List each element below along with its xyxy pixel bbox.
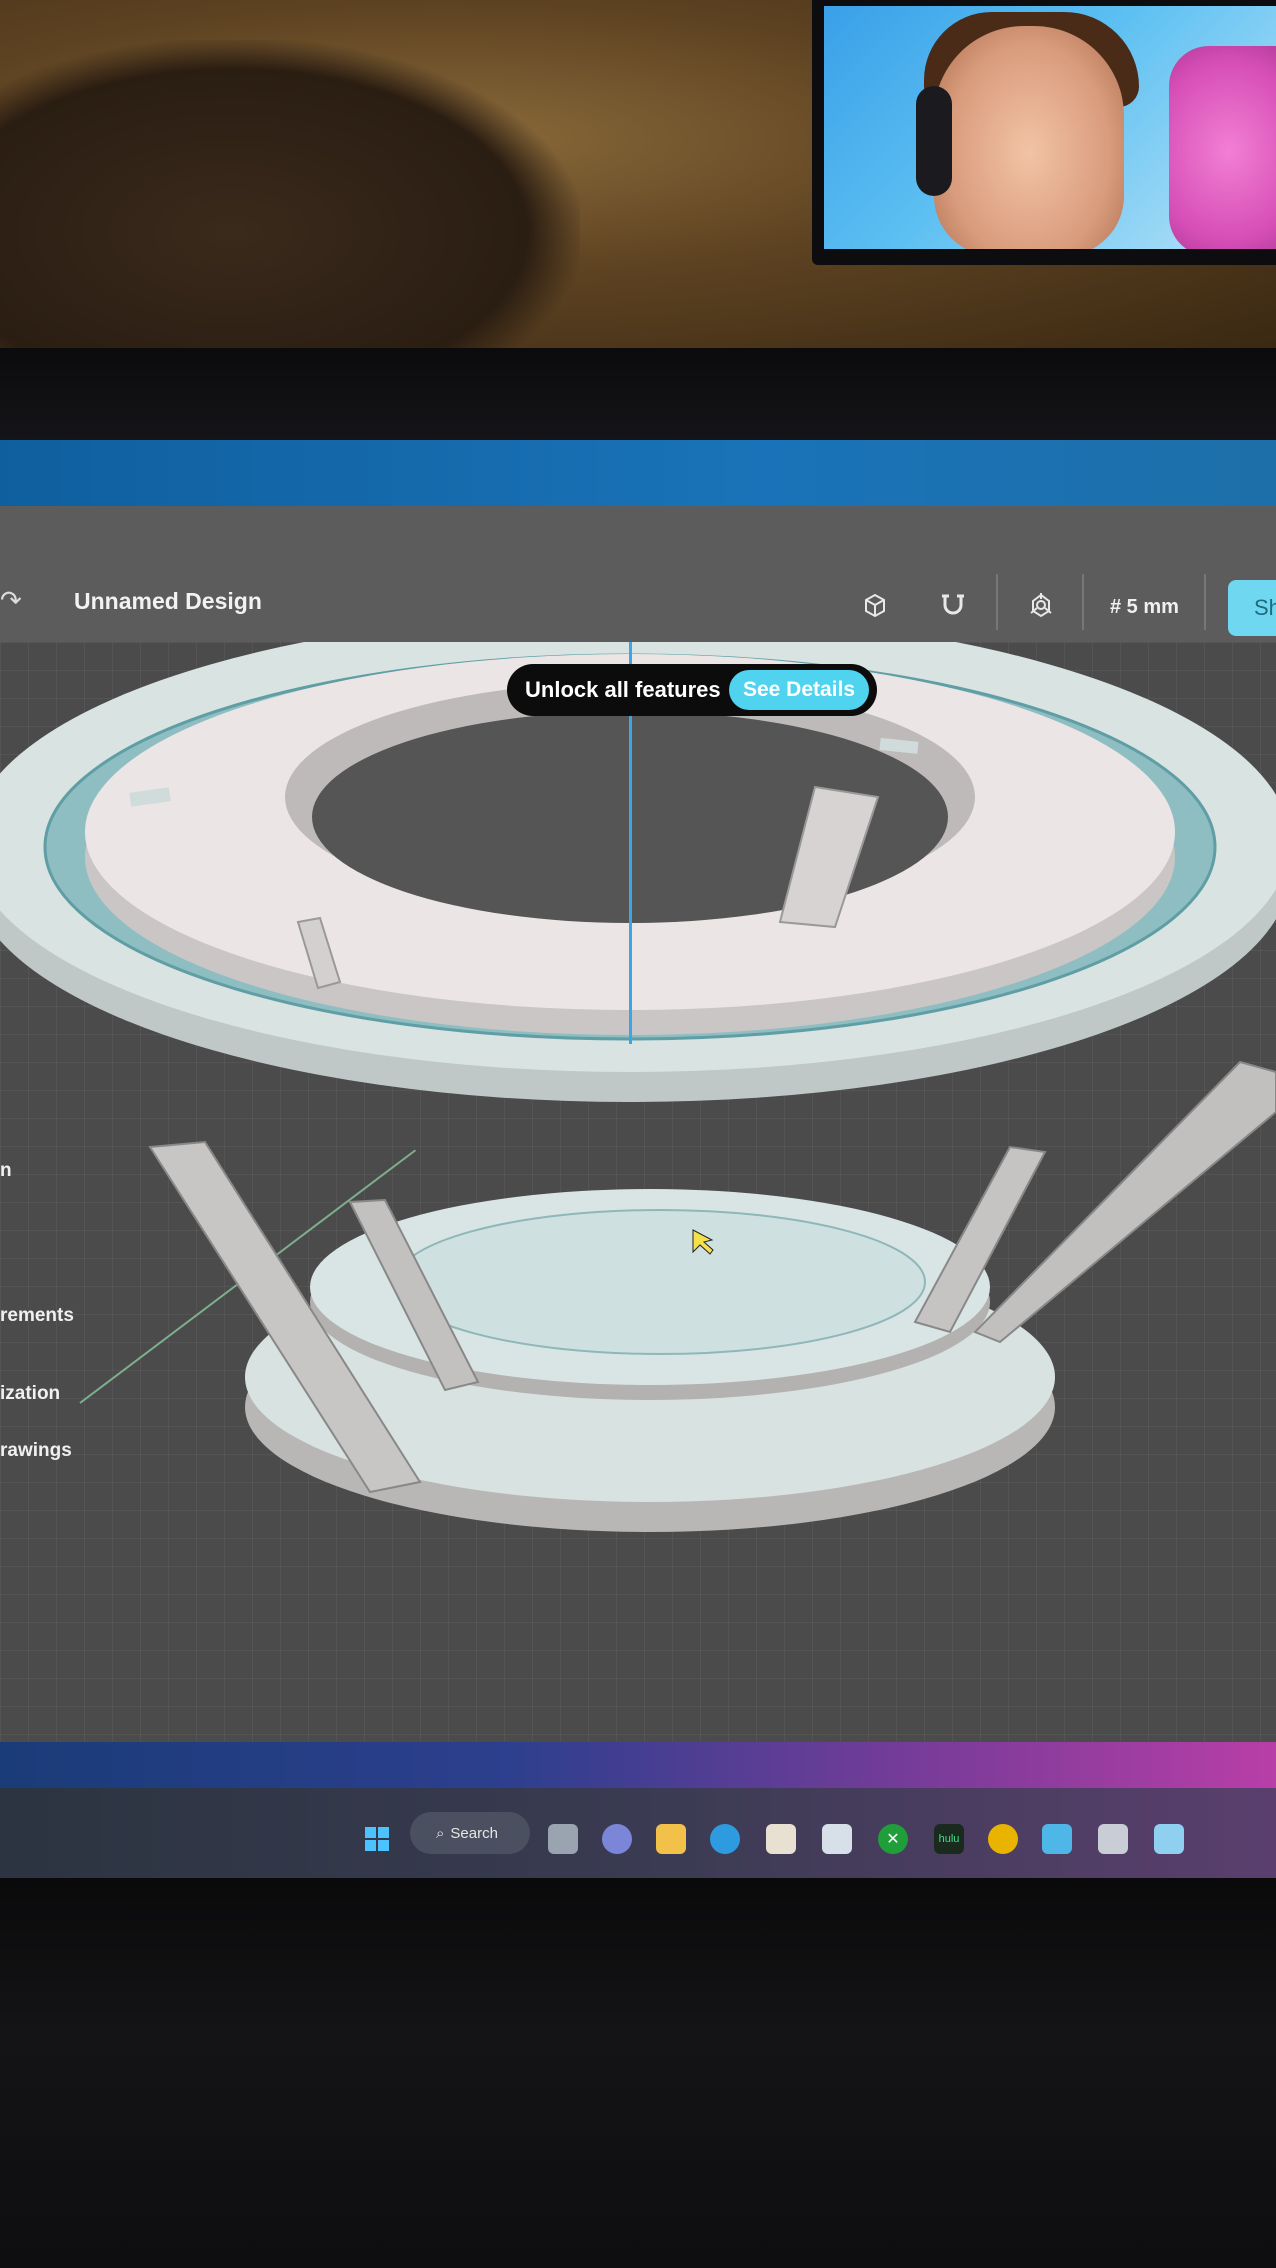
file-explorer-icon[interactable] <box>656 1824 686 1854</box>
couch-shape <box>0 40 580 360</box>
3d-model[interactable] <box>0 642 1276 1742</box>
tv-frame <box>812 0 1276 265</box>
tv-screen <box>824 6 1276 249</box>
grid-size-selector[interactable]: # 5 mm <box>1110 596 1179 619</box>
media-icon[interactable] <box>1098 1824 1128 1854</box>
app-toolbar <box>0 506 1276 642</box>
tv-pink-object <box>1169 46 1276 249</box>
taskbar-search-box[interactable]: ⌕ Search <box>410 1812 530 1854</box>
photos-icon[interactable] <box>822 1824 852 1854</box>
taskbar <box>0 1788 1276 1878</box>
toolbar-divider <box>1082 574 1084 630</box>
middle-ring-inner <box>394 1209 926 1355</box>
edge-browser-icon[interactable] <box>710 1824 740 1854</box>
see-details-button[interactable]: See Details <box>729 670 869 710</box>
leg-far-right <box>973 1060 1276 1344</box>
share-button[interactable]: Sh <box>1228 580 1276 636</box>
notes-icon[interactable] <box>1154 1824 1184 1854</box>
sidebar-item-label[interactable]: rements <box>0 1305 74 1327</box>
windows-start-icon[interactable] <box>362 1824 392 1854</box>
sidebar-item-label[interactable]: n <box>0 1160 12 1182</box>
xbox-icon[interactable]: ✕ <box>878 1824 908 1854</box>
laptop-lower-bezel <box>0 1878 1276 2268</box>
unlock-banner-text: Unlock all features <box>525 677 721 702</box>
desktop-wallpaper-strip <box>0 1742 1276 1792</box>
search-icon: ⌕ <box>436 1824 445 1842</box>
hulu-icon[interactable]: hulu <box>934 1824 964 1854</box>
tv-person-face <box>934 26 1124 249</box>
perspective-icon[interactable] <box>1026 590 1056 620</box>
task-view-icon[interactable] <box>548 1824 578 1854</box>
sidebar-item-label[interactable]: ization <box>0 1383 60 1405</box>
taskbar-search-label: Search <box>450 1824 498 1842</box>
sidebar-item-label[interactable]: rawings <box>0 1440 72 1462</box>
chrome-icon[interactable] <box>988 1824 1018 1854</box>
laptop-bezel <box>0 348 1276 450</box>
magnet-snap-icon[interactable] <box>938 590 968 620</box>
design-title[interactable]: Unnamed Design <box>74 588 262 615</box>
store-icon[interactable] <box>766 1824 796 1854</box>
redo-icon[interactable]: ↷ <box>0 585 22 615</box>
window-titlebar <box>0 440 1276 506</box>
headset-icon <box>916 86 952 196</box>
chat-icon[interactable] <box>602 1824 632 1854</box>
toolbar-divider <box>996 574 998 630</box>
design-app-icon[interactable] <box>1042 1824 1072 1854</box>
toolbar-divider <box>1204 574 1206 630</box>
unlock-banner: Unlock all features See Details <box>507 664 877 716</box>
cube-view-icon[interactable] <box>860 590 890 620</box>
